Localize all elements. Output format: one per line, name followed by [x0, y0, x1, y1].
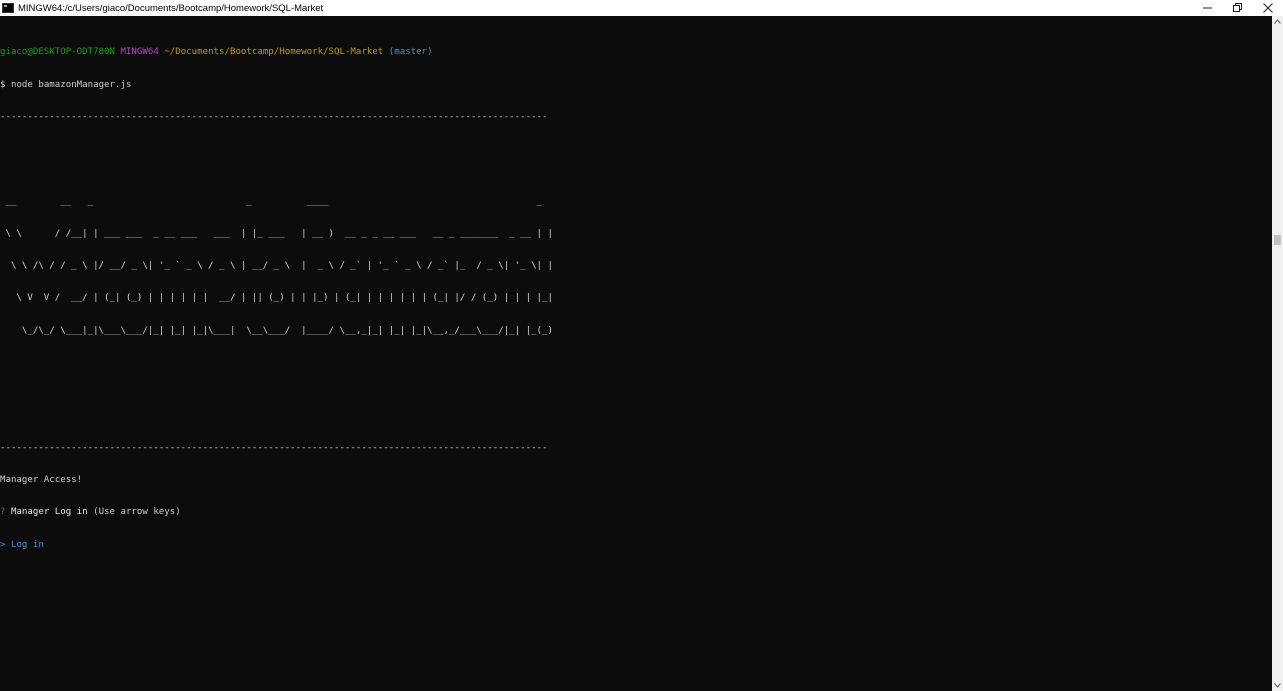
restore-icon — [1233, 3, 1242, 12]
window-controls — [1193, 0, 1283, 16]
banner-spacer — [0, 411, 1272, 422]
banner-art-line: \ \ /\ / / _ \ |/ __/ _ \| '_ ` _ \ / _ … — [0, 261, 553, 272]
scroll-up-button[interactable] — [1272, 16, 1283, 27]
banner-art-line: __ __ _ _ ____ _ — [0, 197, 548, 208]
close-icon — [1263, 3, 1273, 13]
welcome-banner: __ __ _ _ ____ _ \ \ / /__| | ___ ___ _ … — [0, 176, 1272, 358]
minimize-button[interactable] — [1193, 0, 1223, 16]
prompt-line: giaco@DESKTOP-ODT780N MINGW64 ~/Document… — [0, 47, 1272, 58]
scroll-down-button[interactable] — [1272, 680, 1283, 691]
window-title: MINGW64:/c/Users/giaco/Documents/Bootcam… — [18, 2, 324, 14]
close-button[interactable] — [1253, 0, 1283, 16]
prompt-branch: (master) — [388, 47, 433, 58]
prompt-symbol: $ — [0, 79, 6, 90]
banner-art-line: \_/\_/ \___|_|\___\___/|_| |_| |_|\___| … — [0, 325, 553, 336]
vertical-scrollbar[interactable] — [1272, 16, 1283, 691]
prompt-path: ~/Documents/Bootcamp/Homework/SQL-Market — [164, 47, 384, 58]
banner-spacer — [0, 379, 1272, 390]
banner-art-line: \ V V / __/ | (_| (_) | | | | | | __/ | … — [0, 293, 553, 304]
minimize-icon — [1203, 7, 1212, 9]
banner-spacer — [0, 144, 1272, 155]
restore-button[interactable] — [1223, 0, 1253, 16]
option-label: Log in — [10, 539, 44, 550]
question-text: Manager Log in — [10, 507, 88, 518]
terminal-output: giaco@DESKTOP-ODT780N MINGW64 ~/Document… — [0, 16, 1272, 572]
banner-rule-bottom: ----------------------------------------… — [0, 443, 548, 454]
prompt-system: MINGW64 — [120, 47, 159, 58]
terminal-icon — [2, 3, 14, 13]
command-line: $ node bamazonManager.js — [0, 80, 1272, 91]
chevron-up-icon — [1274, 19, 1281, 24]
chevron-down-icon — [1274, 683, 1281, 688]
prompt-user-host: giaco@DESKTOP-ODT780N — [0, 47, 115, 58]
window-titlebar[interactable]: MINGW64:/c/Users/giaco/Documents/Bootcam… — [0, 0, 1283, 16]
banner-art-line: \ \ / /__| | ___ ___ _ __ ___ ___ | |_ _… — [0, 229, 553, 240]
command-text: node bamazonManager.js — [10, 79, 132, 90]
question-line: ? Manager Log in (Use arrow keys) — [0, 507, 1272, 518]
access-message: Manager Access! — [0, 475, 83, 486]
menu-option-log-in[interactable]: > Log in — [0, 540, 1272, 551]
scroll-thumb[interactable] — [1274, 235, 1281, 245]
question-hint: (Use arrow keys) — [93, 507, 181, 518]
banner-rule-top: ----------------------------------------… — [0, 111, 548, 122]
pointer-icon: > — [0, 539, 6, 550]
terminal-area[interactable]: giaco@DESKTOP-ODT780N MINGW64 ~/Document… — [0, 16, 1272, 691]
question-mark: ? — [0, 507, 6, 518]
